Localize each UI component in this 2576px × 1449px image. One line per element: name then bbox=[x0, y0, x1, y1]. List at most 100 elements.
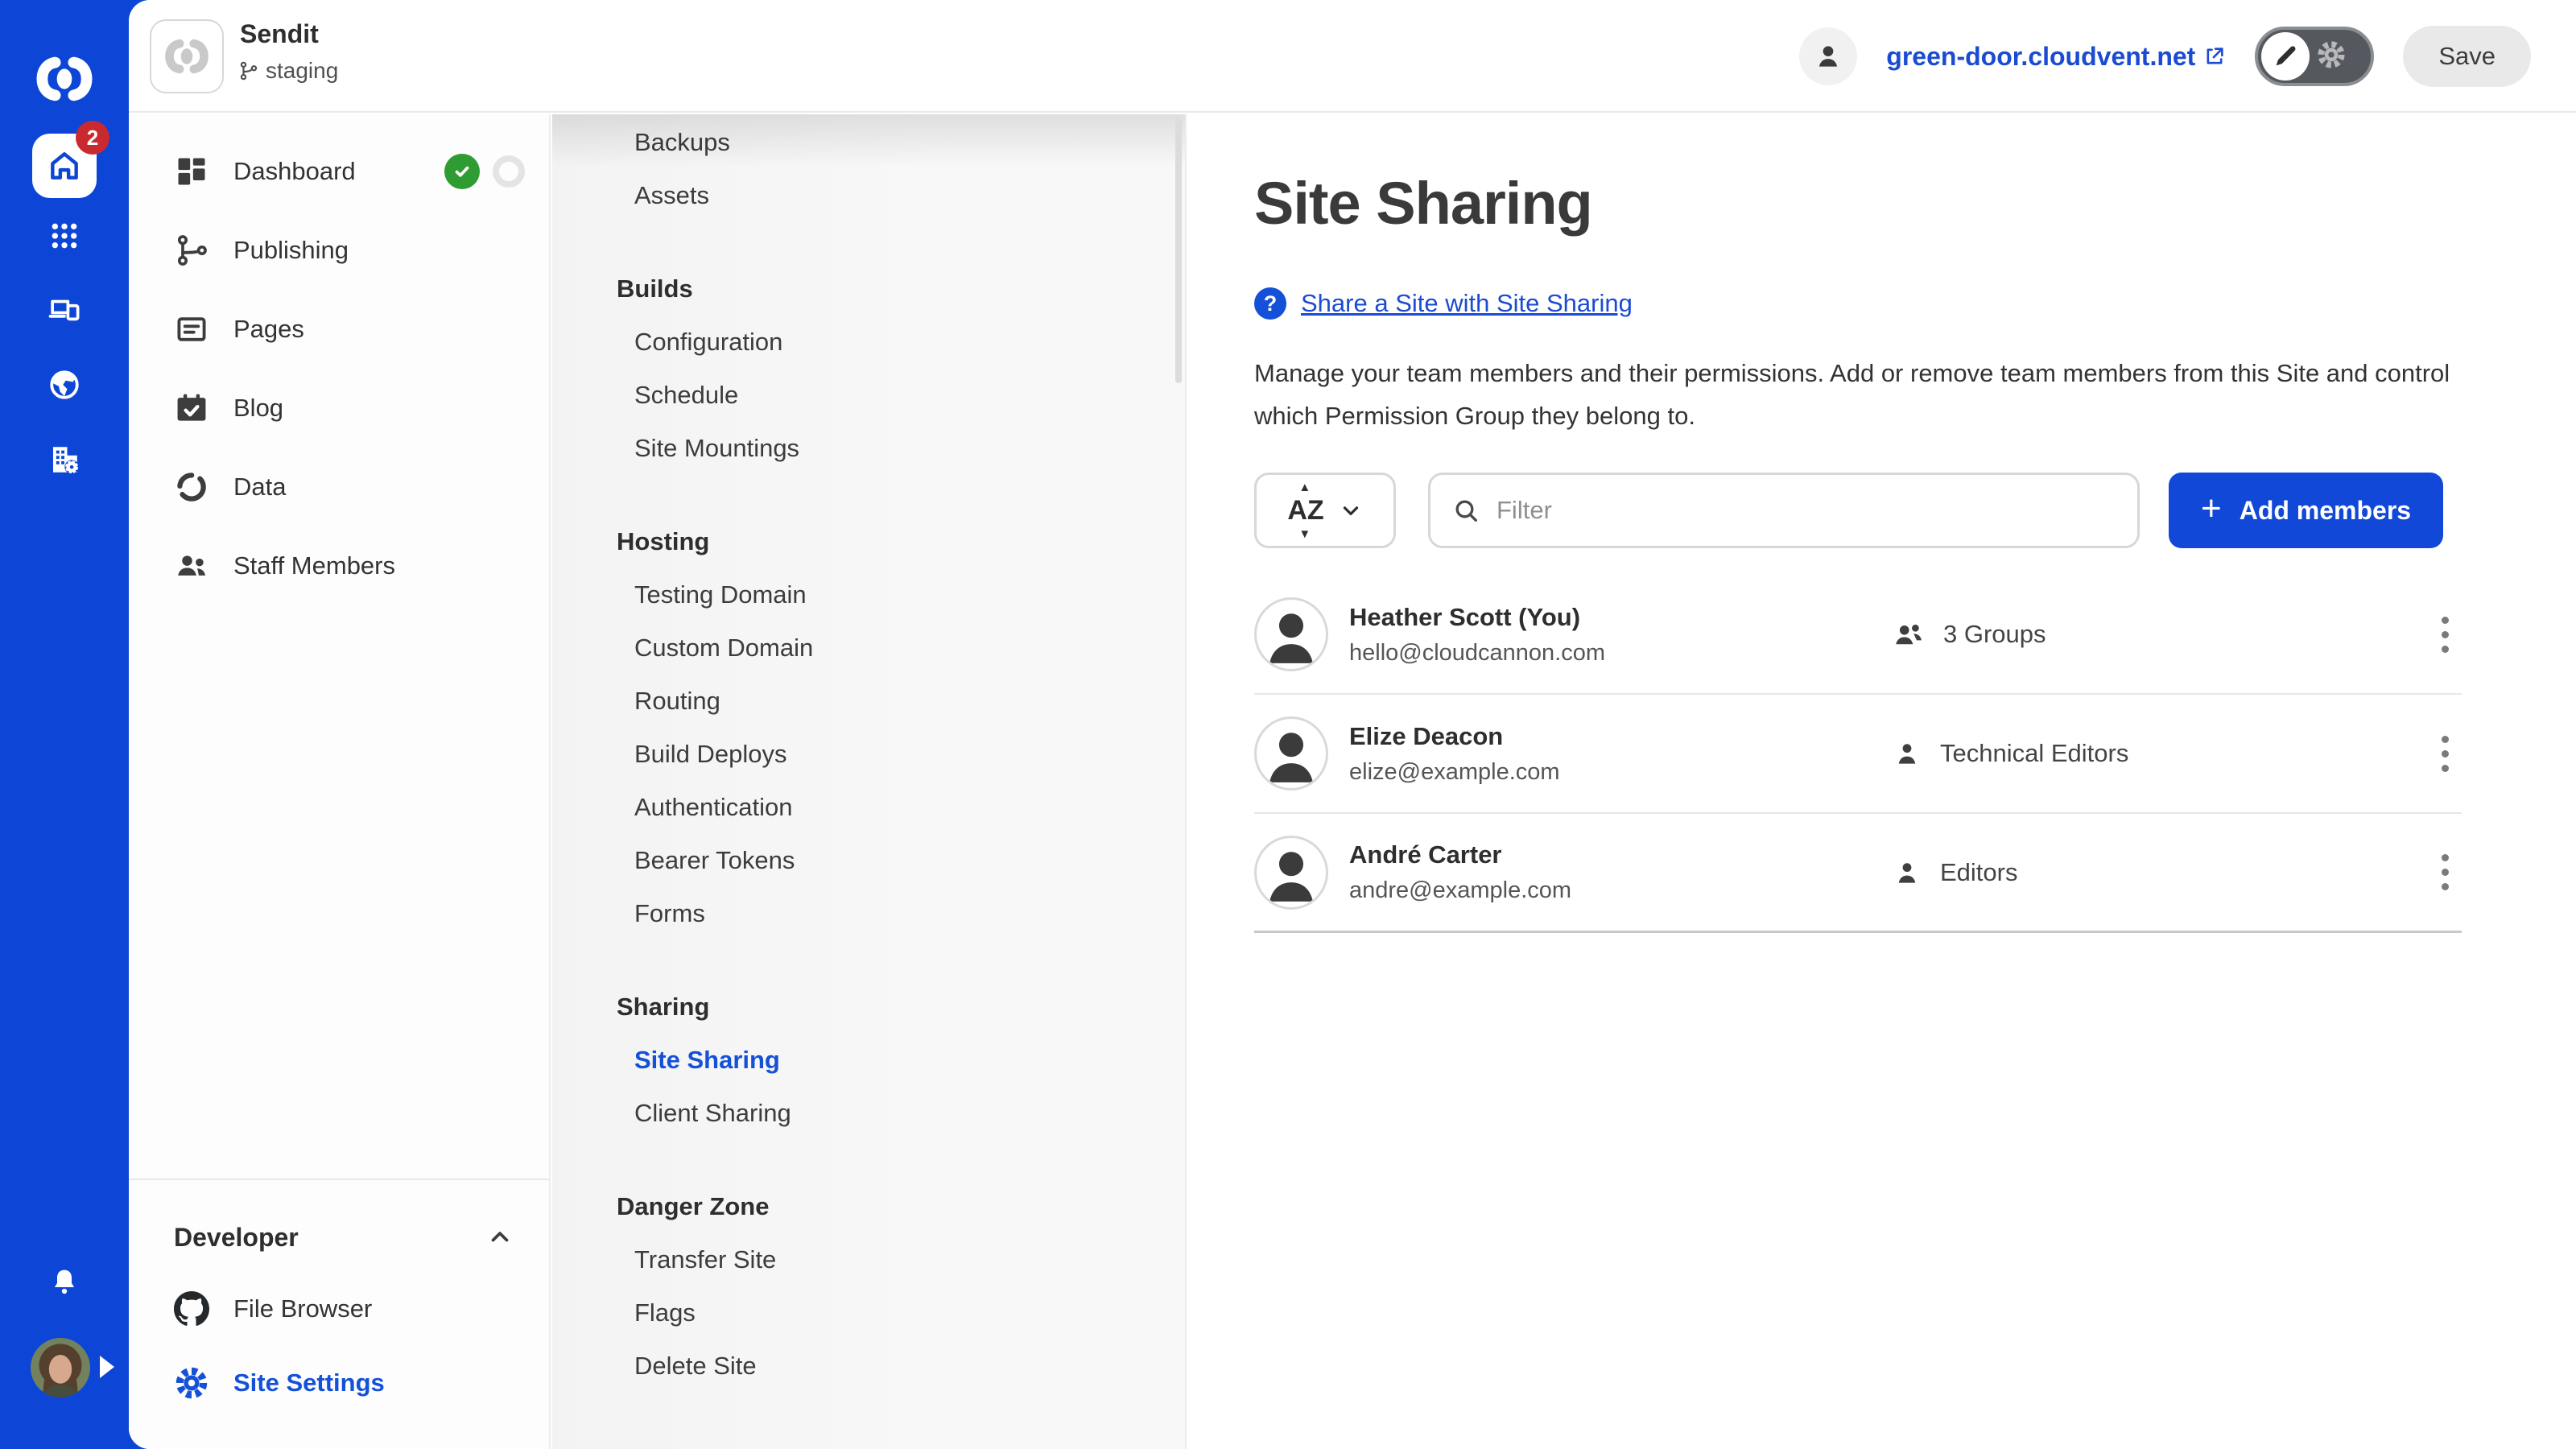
globe-icon[interactable] bbox=[47, 368, 81, 402]
save-button[interactable]: Save bbox=[2403, 26, 2531, 87]
publishing-icon bbox=[174, 233, 209, 268]
settings-item-flags[interactable]: Flags bbox=[552, 1286, 1185, 1340]
pages-icon bbox=[174, 312, 209, 347]
site-name: Sendit bbox=[240, 19, 319, 49]
github-icon bbox=[174, 1291, 209, 1327]
developer-section-toggle[interactable]: Developer bbox=[129, 1203, 549, 1272]
settings-item-custom-domain[interactable]: Custom Domain bbox=[552, 621, 1185, 675]
member-name: Elize Deacon bbox=[1349, 722, 1824, 751]
app-panel: Sendit staging green-door.cloudvent.net bbox=[129, 0, 2576, 1449]
groups-icon bbox=[1892, 617, 1926, 651]
settings-sidebar: Backups Assets Builds Configuration Sche… bbox=[552, 114, 1187, 1449]
site-domain-link[interactable]: green-door.cloudvent.net bbox=[1886, 42, 2226, 72]
organization-icon[interactable] bbox=[47, 443, 81, 477]
sidebar-item-dashboard[interactable]: Dashboard bbox=[129, 132, 549, 211]
staff-icon bbox=[174, 548, 209, 584]
sidebar-item-data[interactable]: Data bbox=[129, 448, 549, 526]
sidebar-item-site-settings[interactable]: Site Settings bbox=[129, 1346, 549, 1420]
settings-item-assets[interactable]: Assets bbox=[552, 169, 1185, 222]
member-menu-kebab-icon[interactable] bbox=[2435, 610, 2455, 659]
apps-grid-icon[interactable] bbox=[47, 219, 81, 253]
page-title: Site Sharing bbox=[1254, 169, 2576, 237]
filter-field bbox=[1428, 473, 2140, 548]
sort-button[interactable]: AZ bbox=[1254, 473, 1396, 548]
devices-icon[interactable] bbox=[47, 293, 81, 327]
settings-group-danger-zone: Danger Zone bbox=[552, 1180, 1185, 1233]
settings-group-builds: Builds bbox=[552, 262, 1185, 316]
member-role: Editors bbox=[1845, 857, 2401, 888]
members-toolbar: AZ + Add members bbox=[1254, 473, 2462, 548]
member-role-label: Technical Editors bbox=[1940, 739, 2128, 768]
member-email: elize@example.com bbox=[1349, 759, 1824, 786]
members-list: Heather Scott (You) hello@cloudcannon.co… bbox=[1254, 576, 2462, 933]
member-row: Heather Scott (You) hello@cloudcannon.co… bbox=[1254, 576, 2462, 695]
scrollbar-thumb[interactable] bbox=[1175, 118, 1182, 383]
member-role-label: Editors bbox=[1940, 858, 2017, 887]
settings-item-bearer-tokens[interactable]: Bearer Tokens bbox=[552, 834, 1185, 887]
settings-item-authentication[interactable]: Authentication bbox=[552, 781, 1185, 834]
settings-item-schedule[interactable]: Schedule bbox=[552, 369, 1185, 422]
gear-icon bbox=[2316, 39, 2347, 74]
search-icon bbox=[1451, 496, 1480, 525]
help-question-icon: ? bbox=[1254, 287, 1286, 320]
settings-item-testing-domain[interactable]: Testing Domain bbox=[552, 568, 1185, 621]
page-description: Manage your team members and their permi… bbox=[1254, 352, 2454, 437]
settings-item-client-sharing[interactable]: Client Sharing bbox=[552, 1087, 1185, 1140]
member-name: Heather Scott (You) bbox=[1349, 603, 1824, 632]
edit-settings-toggle[interactable] bbox=[2255, 27, 2374, 86]
site-icon bbox=[150, 19, 224, 93]
dashboard-icon bbox=[174, 154, 209, 189]
member-email: hello@cloudcannon.com bbox=[1349, 640, 1824, 667]
sidebar-item-staff-members[interactable]: Staff Members bbox=[129, 526, 549, 605]
settings-item-build-deploys[interactable]: Build Deploys bbox=[552, 728, 1185, 781]
member-menu-kebab-icon[interactable] bbox=[2435, 848, 2455, 897]
user-avatar[interactable] bbox=[31, 1338, 90, 1397]
settings-group-hosting: Hosting bbox=[552, 515, 1185, 568]
settings-item-site-sharing[interactable]: Site Sharing bbox=[552, 1034, 1185, 1087]
member-row: Elize Deacon elize@example.com Technical… bbox=[1254, 695, 2462, 814]
settings-item-forms[interactable]: Forms bbox=[552, 887, 1185, 940]
member-role-label: 3 Groups bbox=[1943, 620, 2046, 649]
sidebar-item-file-browser[interactable]: File Browser bbox=[129, 1272, 549, 1346]
blog-icon bbox=[174, 390, 209, 426]
member-avatar bbox=[1254, 836, 1328, 910]
sidebar-item-label: Blog bbox=[233, 394, 549, 423]
settings-item-configuration[interactable]: Configuration bbox=[552, 316, 1185, 369]
domain-text: green-door.cloudvent.net bbox=[1886, 42, 2195, 72]
help-row: ? Share a Site with Site Sharing bbox=[1254, 287, 2576, 320]
visitor-person-icon[interactable] bbox=[1799, 27, 1857, 85]
notification-badge: 2 bbox=[76, 121, 109, 155]
sidebar-item-label: Staff Members bbox=[233, 551, 549, 580]
settings-item-backups[interactable]: Backups bbox=[552, 116, 1185, 169]
settings-item-delete-site[interactable]: Delete Site bbox=[552, 1340, 1185, 1393]
sidebar-item-pages[interactable]: Pages bbox=[129, 290, 549, 369]
settings-item-routing[interactable]: Routing bbox=[552, 675, 1185, 728]
sidebar-item-label: Publishing bbox=[233, 236, 549, 265]
member-role: 3 Groups bbox=[1845, 617, 2401, 651]
sidebar-item-label: Pages bbox=[233, 315, 549, 344]
expand-profile-arrow-icon[interactable] bbox=[100, 1356, 114, 1378]
sidebar-item-label: Data bbox=[233, 473, 549, 502]
sidebar-item-blog[interactable]: Blog bbox=[129, 369, 549, 448]
cloudcannon-logo-icon bbox=[35, 50, 93, 108]
app-rail: 2 bbox=[0, 0, 129, 1449]
sort-az-icon: AZ bbox=[1287, 490, 1323, 531]
filter-input[interactable] bbox=[1496, 478, 2137, 543]
member-row: André Carter andre@example.com Editors bbox=[1254, 814, 2462, 933]
sidebar-item-label: File Browser bbox=[233, 1294, 549, 1323]
main-content: Site Sharing ? Share a Site with Site Sh… bbox=[1188, 114, 2576, 1449]
status-success-icon bbox=[444, 154, 480, 189]
member-menu-kebab-icon[interactable] bbox=[2435, 729, 2455, 778]
chevron-down-icon bbox=[1339, 498, 1363, 522]
primary-sidebar: Dashboard Publishing Pages Blog bbox=[129, 114, 551, 1449]
settings-item-site-mountings[interactable]: Site Mountings bbox=[552, 422, 1185, 475]
member-email: andre@example.com bbox=[1349, 877, 1824, 904]
git-branch-icon bbox=[238, 60, 259, 81]
help-link[interactable]: Share a Site with Site Sharing bbox=[1301, 289, 1633, 318]
external-link-icon bbox=[2203, 45, 2226, 68]
settings-item-transfer-site[interactable]: Transfer Site bbox=[552, 1233, 1185, 1286]
add-members-button[interactable]: + Add members bbox=[2169, 473, 2443, 548]
bell-icon[interactable] bbox=[47, 1265, 81, 1299]
settings-group-sharing: Sharing bbox=[552, 980, 1185, 1034]
sidebar-item-publishing[interactable]: Publishing bbox=[129, 211, 549, 290]
